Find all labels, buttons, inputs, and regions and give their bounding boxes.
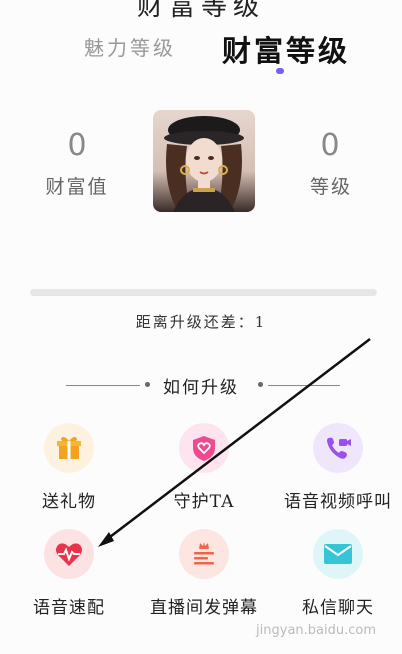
heartbeat-icon: [44, 529, 94, 579]
level-label: 等级: [309, 176, 352, 198]
shield-heart-icon: [179, 423, 229, 473]
gift-icon: [44, 423, 94, 473]
tab-wealth-level[interactable]: 财富等级: [222, 28, 350, 70]
tab-charm-level[interactable]: 魅力等级: [84, 32, 176, 61]
feature-label: 守护TA: [173, 492, 235, 512]
feature-guard-ta[interactable]: 守护TA: [139, 423, 269, 512]
remaining-to-upgrade: 距离升级还差：1: [135, 313, 267, 331]
feature-label: 直播间发弹幕: [150, 598, 258, 618]
page-title-partial: 财富等级: [136, 0, 265, 22]
how-to-upgrade-title: 如何升级: [163, 378, 239, 398]
mail-icon: [313, 529, 363, 579]
feature-label: 语音速配: [33, 598, 105, 618]
avatar: [153, 110, 255, 212]
wealth-value: 0: [67, 128, 87, 163]
feature-voice-match[interactable]: 语音速配: [4, 529, 134, 618]
divider-right: [268, 385, 340, 386]
feature-send-gift[interactable]: 送礼物: [4, 423, 134, 512]
feature-voice-video-call[interactable]: 语音视频呼叫: [273, 423, 402, 512]
crown-danmaku-icon: [179, 529, 229, 579]
video-call-icon: [313, 423, 363, 473]
active-tab-indicator: [276, 68, 284, 74]
level-value: 0: [320, 128, 340, 163]
watermark: jingyan.baidu.com: [256, 623, 376, 638]
feature-live-danmaku[interactable]: 直播间发弹幕: [139, 529, 269, 618]
divider-dot-right: [258, 382, 263, 387]
feature-label: 私信聊天: [302, 598, 374, 618]
feature-label: 语音视频呼叫: [284, 492, 392, 512]
feature-label: 送礼物: [42, 492, 96, 512]
feature-private-message[interactable]: 私信聊天: [273, 529, 402, 618]
wealth-value-label: 财富值: [45, 176, 109, 198]
level-progress-bar: [30, 289, 377, 296]
